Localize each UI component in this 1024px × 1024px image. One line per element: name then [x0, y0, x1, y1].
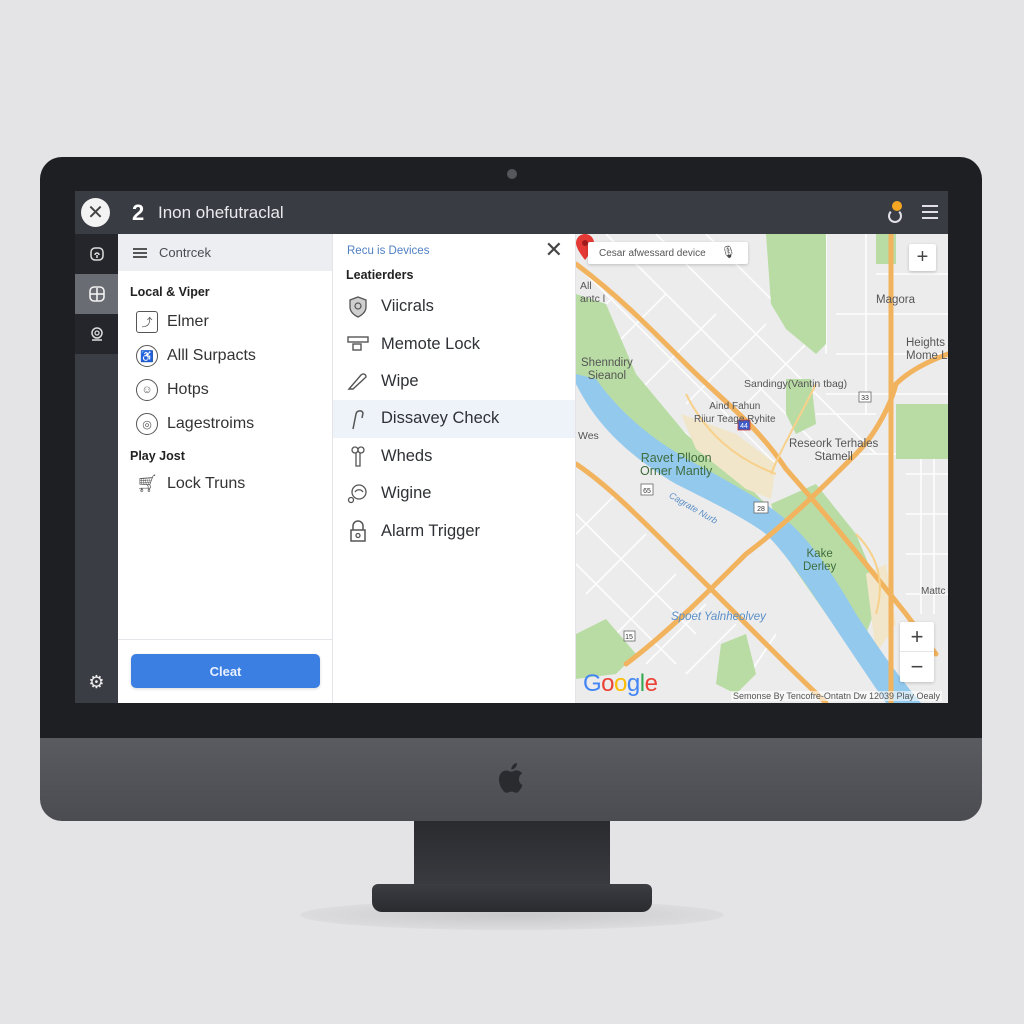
action-item-label: Memote Lock	[381, 334, 481, 353]
map-label: Magora	[876, 294, 915, 306]
cart-icon: 🛒︎	[136, 474, 158, 493]
devices-panel-title: Leatierders	[346, 268, 414, 282]
hamburger-icon[interactable]	[133, 247, 147, 258]
settings-gear-icon[interactable]: ⚙	[75, 672, 118, 693]
action-item-label: Alarm Trigger	[381, 521, 481, 540]
action-item-label: Wipe	[381, 371, 419, 390]
map-label: Sandingy(Vantin tbag)	[744, 378, 848, 390]
lock-device-icon	[89, 247, 104, 261]
zoom-controls: + −	[900, 622, 934, 682]
map-label: Spoet Yalnheolvey	[671, 611, 766, 623]
action-item-memote-lock[interactable]: Memote Lock	[333, 325, 575, 362]
camera-icon	[507, 169, 517, 179]
key-icon	[347, 445, 369, 467]
map-label: Aind Fahun Riiur Teage Ryhite	[694, 401, 776, 425]
nav-item-label: Elmer	[167, 313, 209, 330]
map-label: Shenndiry Sieanol	[581, 357, 633, 382]
add-button[interactable]: +	[909, 244, 936, 271]
control-panel-header: Contrcek	[118, 234, 332, 271]
action-item-wipe[interactable]: Wipe	[333, 363, 575, 400]
eraser-icon	[347, 370, 369, 392]
map-label: Wes	[578, 430, 599, 442]
app-title-bar: ✕ 2 Inon ohefutraclal	[75, 191, 948, 234]
action-item-wheds[interactable]: Wheds	[333, 438, 575, 475]
route-shield-33: 33	[861, 395, 869, 402]
zoom-in-button[interactable]: +	[900, 622, 934, 652]
rail-item-window[interactable]	[75, 274, 118, 314]
monitor-stand-foot	[372, 884, 652, 912]
window-icon	[88, 286, 105, 302]
hook-icon	[347, 408, 369, 430]
shield-icon	[347, 295, 369, 318]
map-label: Reseork Terhales Stamell	[789, 438, 879, 463]
devices-panel: Recu is Devices ✕ Leatierders Viicrals M…	[333, 234, 576, 703]
nav-item-all-surpacts[interactable]: ♿ Alll Surpacts	[118, 339, 332, 373]
route-shield-65: 65	[643, 488, 651, 495]
action-item-viicrals[interactable]: Viicrals	[333, 288, 575, 325]
tab-number: 2	[132, 200, 145, 225]
map-attribution[interactable]: Semonse By Tencofre-Ontatn Dw 12039 Play…	[731, 691, 942, 701]
nav-item-label: Lagestroims	[167, 415, 255, 432]
action-item-label: Wigine	[381, 484, 432, 503]
clear-button[interactable]: Cleat	[131, 654, 320, 688]
device-actions-list: Viicrals Memote Lock Wipe Dissavey Check	[333, 288, 575, 550]
icon-rail: ⚙	[75, 234, 118, 703]
user-badge-icon: ☺	[136, 379, 158, 401]
action-item-label: Viicrals	[381, 297, 434, 316]
nav-item-label: Lock Truns	[167, 475, 246, 492]
action-item-alarm-trigger[interactable]: Alarm Trigger	[333, 512, 575, 549]
map-search-placeholder: Cesar afwessard device	[599, 247, 706, 259]
action-item-label: Wheds	[381, 446, 433, 465]
route-shield-28: 28	[757, 506, 765, 513]
engine-icon	[347, 483, 369, 505]
action-item-dissavey-check[interactable]: Dissavey Check	[333, 400, 575, 438]
device-lock-icon	[347, 333, 369, 355]
map-label: Heights Mome L	[906, 337, 948, 362]
rail-item-webcam[interactable]	[75, 314, 118, 354]
breadcrumb[interactable]: Recu is Devices	[347, 245, 429, 257]
map-label: Ravet Plloon Orner Mantly	[640, 451, 713, 478]
rail-item-lock-device[interactable]	[75, 234, 118, 274]
apple-logo-icon	[498, 763, 523, 793]
nav-item-label: Hotps	[167, 381, 209, 398]
map-view[interactable]: 33 44 65 28 15 All antc l Magora Heights M…	[576, 234, 948, 703]
accessibility-icon: ♿	[136, 345, 158, 367]
map-search-input[interactable]: Cesar afwessard device 🎙︎	[588, 242, 748, 264]
webcam-icon	[90, 327, 103, 341]
action-item-wigine[interactable]: Wigine	[333, 475, 575, 512]
section-title: Play Jost	[130, 449, 185, 463]
nav-item-elmer[interactable]: ⤴ Elmer	[118, 305, 332, 339]
section-title: Local & Viper	[130, 285, 210, 299]
google-logo: Google	[583, 670, 658, 697]
refresh-icon[interactable]	[888, 201, 904, 223]
control-panel-footer: Cleat	[118, 639, 332, 703]
map-label: Mattc	[921, 586, 946, 597]
action-item-label: Dissavey Check	[381, 409, 500, 428]
nav-item-lagestroims[interactable]: ◎ Lagestroims	[118, 407, 332, 441]
app-title: Inon ohefutraclal	[158, 203, 284, 222]
screen: ✕ 2 Inon ohefutraclal ⚙ Contrcek Local &…	[75, 191, 948, 703]
nav-item-lock-truns[interactable]: 🛒︎ Lock Truns	[118, 467, 332, 501]
map-label: All antc l	[580, 280, 606, 305]
target-icon: ◎	[136, 413, 158, 435]
control-panel-title: Contrcek	[159, 245, 212, 260]
top-actions	[888, 201, 938, 223]
chart-box-icon: ⤴	[136, 311, 158, 333]
close-icon[interactable]: ✕	[81, 198, 110, 227]
nav-item-hotps[interactable]: ☺ Hotps	[118, 373, 332, 407]
zoom-out-button[interactable]: −	[900, 652, 934, 682]
nav-item-label: Alll Surpacts	[167, 347, 256, 364]
menu-icon[interactable]	[922, 205, 938, 219]
microphone-icon[interactable]: 🎙︎	[721, 245, 736, 259]
map-label: Kake Derley	[803, 548, 837, 573]
close-panel-icon[interactable]: ✕	[545, 239, 563, 261]
control-panel: Contrcek Local & Viper ⤴ Elmer ♿ Alll Su…	[118, 234, 333, 703]
route-shield-15: 15	[625, 634, 633, 641]
padlock-icon	[347, 520, 369, 542]
monitor-stand-neck	[414, 821, 610, 887]
